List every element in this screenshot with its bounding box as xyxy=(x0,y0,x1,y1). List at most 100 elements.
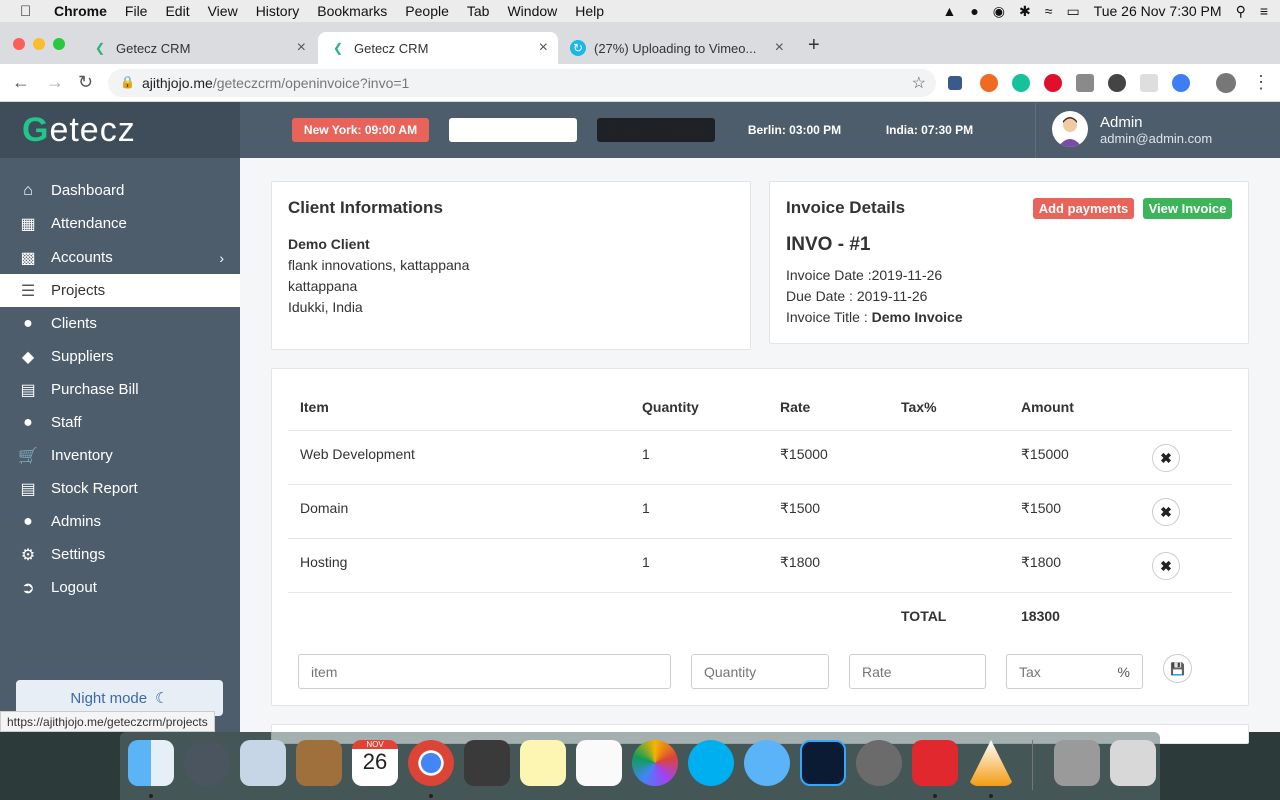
browser-tab-active[interactable]: ❮ Getecz CRM × xyxy=(318,32,558,64)
calendar-icon[interactable]: NOV 26 xyxy=(352,740,398,786)
percent-suffix: % xyxy=(1117,664,1130,680)
skype-icon[interactable] xyxy=(688,740,734,786)
clock-berlin: Berlin: 03:00 PM xyxy=(735,118,854,142)
menu-bookmarks[interactable]: Bookmarks xyxy=(317,3,387,19)
avatar[interactable] xyxy=(1052,111,1088,147)
sidebar-item-admins[interactable]: ● Admins xyxy=(0,505,240,538)
browser-tab[interactable]: ❮ Getecz CRM × xyxy=(80,32,316,64)
browser-tab[interactable]: ↻ (27%) Uploading to Vimeo... × xyxy=(558,32,794,64)
messages-icon[interactable] xyxy=(744,740,790,786)
anydesk-icon[interactable] xyxy=(912,740,958,786)
sidebar-item-staff[interactable]: ● Staff xyxy=(0,406,240,439)
system-preferences-icon[interactable] xyxy=(856,740,902,786)
photos-icon[interactable] xyxy=(632,740,678,786)
tab-close-icon[interactable]: × xyxy=(539,39,548,57)
blank-extension-icon[interactable] xyxy=(1140,74,1158,92)
invoice-number: INVO - #1 xyxy=(786,234,871,255)
new-tax-input[interactable] xyxy=(1007,655,1107,688)
menu-people[interactable]: People xyxy=(405,3,449,19)
running-indicator xyxy=(933,794,937,798)
sidebar-item-suppliers[interactable]: ◆ Suppliers xyxy=(0,340,240,373)
menu-app-name[interactable]: Chrome xyxy=(54,3,107,19)
window-minimize-button[interactable] xyxy=(33,38,45,50)
sidebar-item-stock-report[interactable]: ▤ Stock Report xyxy=(0,472,240,505)
new-quantity-input[interactable] xyxy=(691,654,829,689)
vlc-status-icon[interactable]: ▲ xyxy=(942,3,956,19)
sublime-text-icon[interactable] xyxy=(464,740,510,786)
sidebar-item-clients[interactable]: ● Clients xyxy=(0,307,240,340)
new-item-input[interactable] xyxy=(298,654,671,689)
lock-icon[interactable]: 🔒 xyxy=(120,75,135,89)
window-close-button[interactable] xyxy=(13,38,25,50)
apple-icon[interactable]:  xyxy=(20,3,40,20)
status-url-text: https://ajithjojo.me/geteczcrm/projects xyxy=(7,714,208,729)
notification-center-icon[interactable]: ≡ xyxy=(1260,3,1268,19)
downloads-stack-icon[interactable] xyxy=(1054,740,1100,786)
sidebar-item-projects[interactable]: ☰ Projects xyxy=(0,274,240,307)
reload-icon[interactable]: ↻ xyxy=(78,72,93,93)
sync-extension-icon[interactable] xyxy=(1108,74,1126,92)
url-bar[interactable]: 🔒 ajithjojo.me/geteczcrm/openinvoice?inv… xyxy=(108,69,936,97)
vlc-icon[interactable] xyxy=(968,740,1014,786)
trash-icon[interactable] xyxy=(1110,740,1156,786)
photoshop-icon[interactable] xyxy=(800,740,846,786)
menu-file[interactable]: File xyxy=(125,3,148,19)
sidebar-item-settings[interactable]: ⚙ Settings xyxy=(0,538,240,571)
profile-avatar-icon[interactable] xyxy=(1216,73,1236,93)
remove-item-button[interactable]: ✖ xyxy=(1152,498,1180,526)
contacts-icon[interactable] xyxy=(296,740,342,786)
reminders-icon[interactable] xyxy=(576,740,622,786)
launchpad-icon[interactable] xyxy=(184,740,230,786)
menu-view[interactable]: View xyxy=(208,3,238,19)
opera-extension-icon[interactable] xyxy=(1044,74,1062,92)
wifi-icon[interactable]: ≈ xyxy=(1045,3,1053,19)
chrome-menu-icon[interactable]: ⋮ xyxy=(1252,72,1270,93)
add-payments-button[interactable]: Add payments xyxy=(1033,198,1134,219)
menu-window[interactable]: Window xyxy=(507,3,557,19)
cell-rate: ₹15000 xyxy=(780,446,828,462)
system-clock[interactable]: Tue 26 Nov 7:30 PM xyxy=(1094,3,1222,19)
new-rate-input[interactable] xyxy=(849,654,986,689)
list-icon: ☰ xyxy=(20,282,36,300)
remove-item-button[interactable]: ✖ xyxy=(1152,552,1180,580)
chrome-icon[interactable] xyxy=(408,740,454,786)
sidebar-item-logout[interactable]: ➲ Logout xyxy=(0,571,240,604)
tab-close-icon[interactable]: × xyxy=(297,39,306,57)
screenshot-extension-icon[interactable] xyxy=(1076,74,1094,92)
getecz-logo[interactable]: Getecz xyxy=(0,102,240,158)
remove-item-button[interactable]: ✖ xyxy=(1152,444,1180,472)
forward-arrow-icon[interactable]: → xyxy=(46,72,64,93)
running-indicator xyxy=(149,794,153,798)
back-arrow-icon[interactable]: ← xyxy=(12,72,30,93)
sidebar-item-dashboard[interactable]: ⌂ Dashboard xyxy=(0,174,240,207)
finder-icon[interactable] xyxy=(128,740,174,786)
fire-extension-icon[interactable] xyxy=(980,74,998,92)
sidebar-item-accounts[interactable]: ▩ Accounts › xyxy=(0,241,240,274)
sidebar-item-inventory[interactable]: 🛒 Inventory xyxy=(0,439,240,472)
tab-close-icon[interactable]: × xyxy=(775,39,784,57)
battery-icon[interactable]: ▭ xyxy=(1066,3,1079,20)
menu-tab[interactable]: Tab xyxy=(467,3,490,19)
sidebar-item-attendance[interactable]: ▦ Attendance xyxy=(0,207,240,240)
menu-history[interactable]: History xyxy=(256,3,300,19)
sidebar-item-purchase-bill[interactable]: ▤ Purchase Bill xyxy=(0,373,240,406)
camera-status-icon[interactable]: ◉ xyxy=(993,3,1005,20)
notes-icon[interactable] xyxy=(520,740,566,786)
window-zoom-button[interactable] xyxy=(53,38,65,50)
bluetooth-icon[interactable]: ✱ xyxy=(1019,3,1031,20)
sidebar-item-label: Settings xyxy=(51,546,106,563)
menu-help[interactable]: Help xyxy=(575,3,604,19)
grammarly-extension-icon[interactable] xyxy=(1012,74,1030,92)
cloud-extension-icon[interactable] xyxy=(1172,74,1190,92)
user-profile[interactable]: Admin admin@admin.com xyxy=(1035,102,1280,158)
eyedropper-extension-icon[interactable] xyxy=(948,76,962,90)
menu-edit[interactable]: Edit xyxy=(165,3,189,19)
save-item-button[interactable]: 💾 xyxy=(1163,654,1192,683)
bookmark-star-icon[interactable]: ☆ xyxy=(912,73,926,93)
new-tab-icon[interactable]: + xyxy=(808,34,820,57)
user-icon: ● xyxy=(23,512,33,530)
mail-icon[interactable] xyxy=(240,740,286,786)
spotlight-search-icon[interactable]: ⚲ xyxy=(1236,3,1246,20)
view-invoice-button[interactable]: View Invoice xyxy=(1143,198,1232,219)
creative-cloud-icon[interactable]: ● xyxy=(970,3,978,19)
